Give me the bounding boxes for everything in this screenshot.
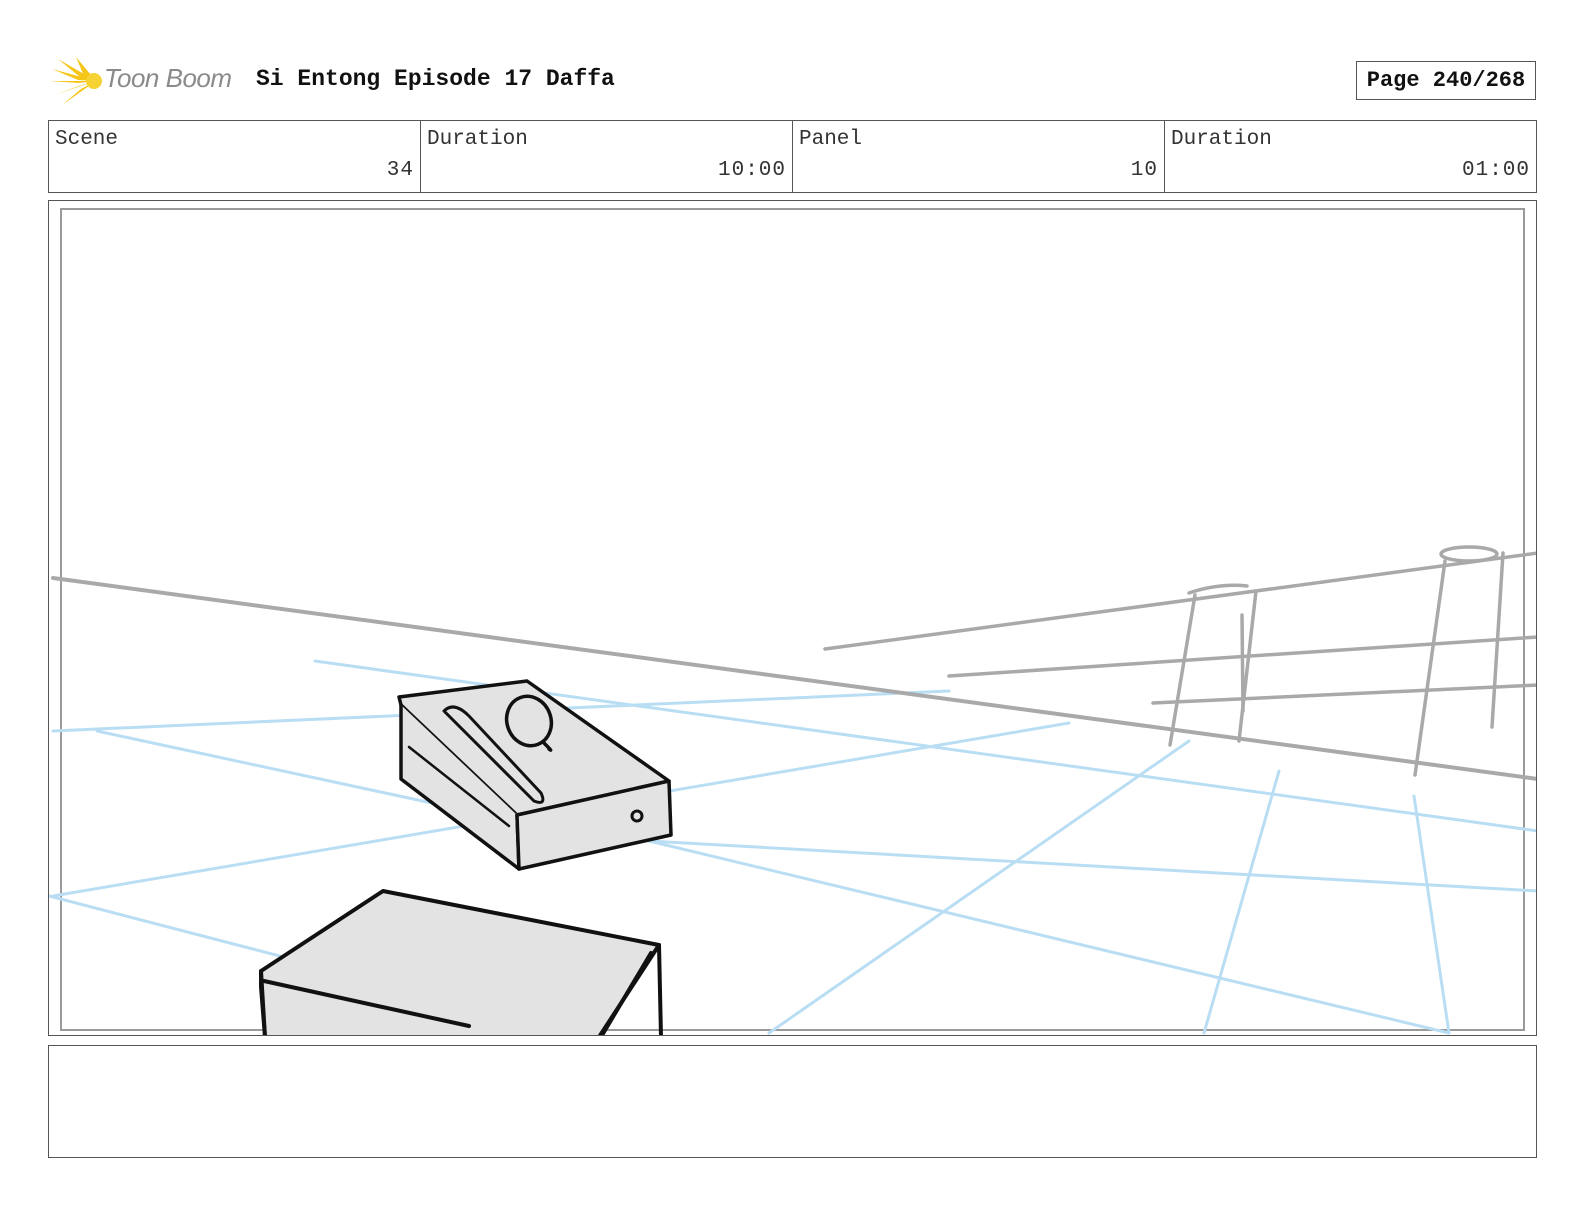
panel-cell: Panel 10 xyxy=(793,121,1165,192)
page-counter: Page 240/268 xyxy=(1356,61,1536,100)
fence xyxy=(823,545,1536,777)
panel-label: Panel xyxy=(799,128,863,151)
horizon-line xyxy=(51,576,1536,781)
box-with-comb-and-mirror xyxy=(397,679,673,871)
safe-frame xyxy=(60,208,1525,1031)
notes-box xyxy=(48,1045,1537,1158)
panel-duration-value: 01:00 xyxy=(1461,159,1530,182)
scene-duration-value: 10:00 xyxy=(717,159,786,182)
storyboard-panel xyxy=(48,200,1537,1036)
scene-info-table: Scene 34 Duration 10:00 Panel 10 Duratio… xyxy=(48,120,1537,193)
scene-duration-cell: Duration 10:00 xyxy=(421,121,793,192)
panel-value: 10 xyxy=(1130,159,1158,182)
scene-value: 34 xyxy=(386,159,414,182)
starburst-icon xyxy=(50,57,102,105)
scene-duration-label: Duration xyxy=(427,128,528,151)
panel-duration-cell: Duration 01:00 xyxy=(1165,121,1536,192)
table xyxy=(259,889,663,1035)
logo-text: Toon Boom xyxy=(104,63,232,93)
panel-duration-label: Duration xyxy=(1171,128,1272,151)
scene-cell: Scene 34 xyxy=(49,121,421,192)
toon-boom-logo: Toon Boom xyxy=(50,55,240,107)
scene-label: Scene xyxy=(55,128,119,151)
panel-sketch xyxy=(49,208,1536,1035)
document-title: Si Entong Episode 17 Daffa xyxy=(256,66,615,92)
